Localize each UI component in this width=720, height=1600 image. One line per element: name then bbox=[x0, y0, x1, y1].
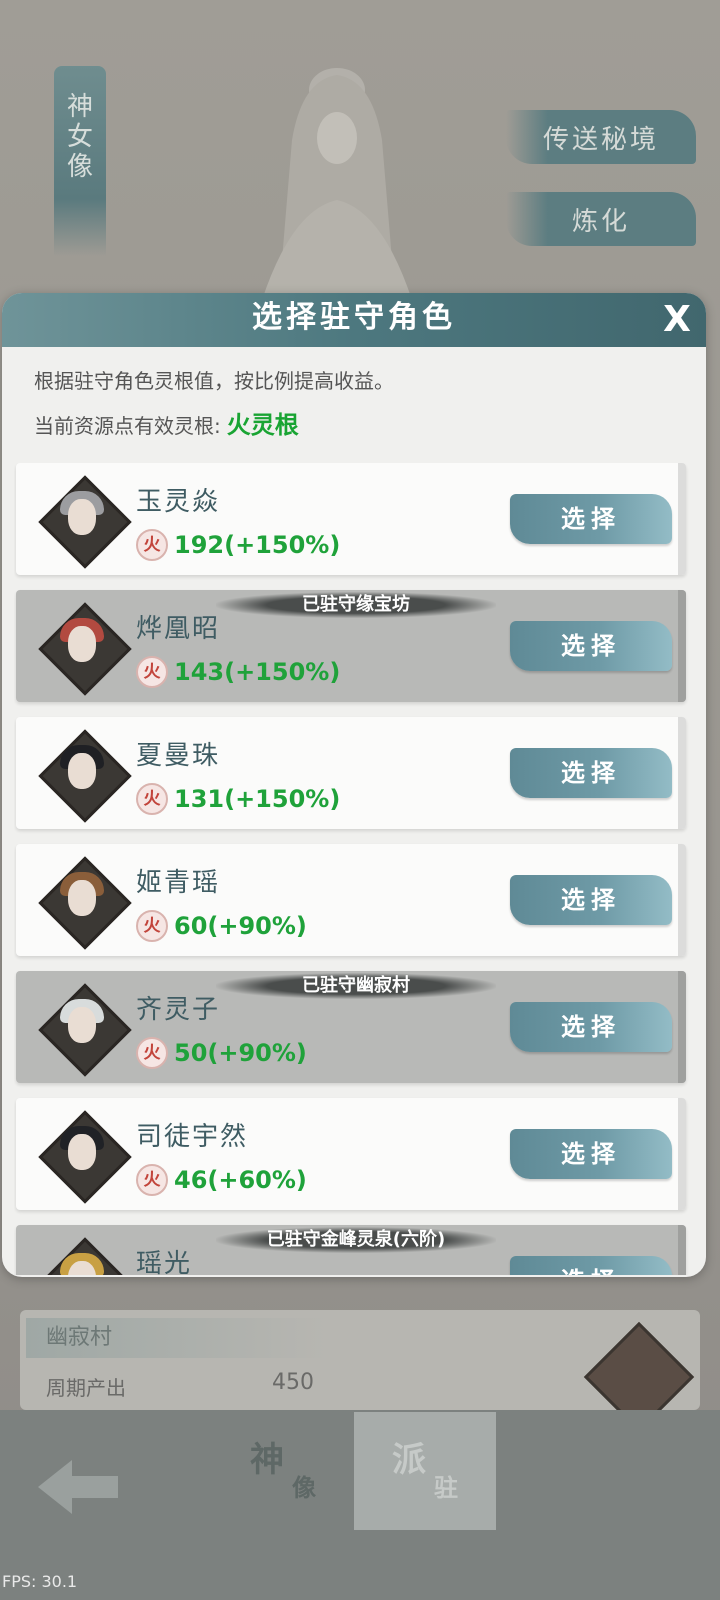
tab-statue[interactable]: 神 像 bbox=[212, 1412, 354, 1530]
select-button[interactable]: 选择 bbox=[510, 494, 672, 544]
fire-root-icon: 火 bbox=[136, 1037, 168, 1069]
banner-char: 女 bbox=[66, 122, 93, 152]
spirit-root-value: 50(+90%) bbox=[174, 1039, 307, 1067]
fire-root-icon: 火 bbox=[136, 910, 168, 942]
spirit-root-value: 192(+150%) bbox=[174, 531, 341, 559]
tab-station-big: 派 bbox=[392, 1440, 426, 1480]
spirit-root-stat: 火 192(+150%) bbox=[136, 529, 340, 561]
character-name: 齐灵子 bbox=[136, 995, 221, 1025]
row-edge bbox=[678, 971, 686, 1083]
character-row[interactable]: 瑶光 选择已驻守金峰灵泉(六阶) bbox=[16, 1225, 686, 1275]
row-edge bbox=[678, 590, 686, 702]
character-name: 瑶光 bbox=[136, 1249, 193, 1275]
teleport-realm-button[interactable]: 传送秘境 bbox=[506, 110, 696, 164]
character-row[interactable]: 夏曼珠火 131(+150%) 选择 bbox=[16, 717, 686, 829]
stationed-badge: 已驻守缘宝坊 bbox=[216, 592, 496, 618]
effective-root-label: 当前资源点有效灵根: bbox=[34, 414, 221, 438]
select-button[interactable]: 选择 bbox=[510, 1002, 672, 1052]
cycle-output-value: 450 bbox=[272, 1370, 314, 1395]
spirit-root-stat: 火 46(+60%) bbox=[136, 1164, 307, 1196]
character-name: 姬青瑶 bbox=[136, 868, 221, 898]
select-button[interactable]: 选择 bbox=[510, 1256, 672, 1275]
character-name: 玉灵焱 bbox=[136, 487, 221, 517]
close-button[interactable]: X bbox=[656, 297, 698, 343]
character-name: 夏曼珠 bbox=[136, 741, 221, 771]
stationed-badge: 已驻守金峰灵泉(六阶) bbox=[216, 1227, 496, 1253]
character-avatar bbox=[38, 602, 132, 696]
select-button[interactable]: 选择 bbox=[510, 748, 672, 798]
spirit-root-stat: 火 131(+150%) bbox=[136, 783, 340, 815]
avatar-face bbox=[68, 1007, 96, 1043]
character-row[interactable]: 齐灵子火 50(+90%) 选择 已驻守幽寂村 bbox=[16, 971, 686, 1083]
row-edge bbox=[678, 844, 686, 956]
cycle-output-label: 周期产出 bbox=[46, 1376, 126, 1400]
row-edge bbox=[678, 463, 686, 575]
banner-char: 神 bbox=[66, 92, 93, 122]
stationed-badge: 已驻守幽寂村 bbox=[216, 973, 496, 999]
character-avatar bbox=[38, 729, 132, 823]
character-row[interactable]: 司徒宇然火 46(+60%) 选择 bbox=[16, 1098, 686, 1210]
spirit-root-value: 46(+60%) bbox=[174, 1166, 307, 1194]
character-name: 烨凰昭 bbox=[136, 614, 221, 644]
spirit-root-value: 143(+150%) bbox=[174, 658, 341, 686]
spirit-root-value: 131(+150%) bbox=[174, 785, 341, 813]
fps-counter: FPS: 30.1 bbox=[2, 1572, 78, 1591]
character-row[interactable]: 玉灵焱火 192(+150%) 选择 bbox=[16, 463, 686, 575]
effective-root-line: 当前资源点有效灵根: 火灵根 bbox=[34, 405, 299, 440]
fire-root-icon: 火 bbox=[136, 529, 168, 561]
tab-station[interactable]: 派 驻 bbox=[354, 1412, 496, 1530]
select-button[interactable]: 选择 bbox=[510, 1129, 672, 1179]
character-avatar bbox=[38, 983, 132, 1077]
row-edge bbox=[678, 1225, 686, 1275]
avatar-face bbox=[68, 626, 96, 662]
character-list[interactable]: 玉灵焱火 192(+150%) 选择 烨凰昭火 143(+150%) 选择 已驻守缘宝坊 夏曼… bbox=[14, 463, 694, 1275]
tab-statue-big: 神 bbox=[250, 1440, 284, 1480]
select-button[interactable]: 选择 bbox=[510, 621, 672, 671]
avatar-face bbox=[68, 753, 96, 789]
fire-root-icon: 火 bbox=[136, 656, 168, 688]
dialog-description: 根据驻守角色灵根值，按比例提高收益。 bbox=[34, 369, 394, 393]
resource-point-title: 幽寂村 bbox=[26, 1318, 326, 1358]
spirit-root-stat: 火 60(+90%) bbox=[136, 910, 307, 942]
character-row[interactable]: 姬青瑶火 60(+90%) 选择 bbox=[16, 844, 686, 956]
select-button[interactable]: 选择 bbox=[510, 875, 672, 925]
banner-char: 像 bbox=[66, 152, 93, 182]
spirit-root-stat: 火 143(+150%) bbox=[136, 656, 340, 688]
refine-button[interactable]: 炼化 bbox=[506, 192, 696, 246]
avatar-face bbox=[68, 1134, 96, 1170]
character-avatar bbox=[38, 1110, 132, 1204]
fire-root-icon: 火 bbox=[136, 783, 168, 815]
spirit-root-stat: 火 50(+90%) bbox=[136, 1037, 307, 1069]
avatar-face bbox=[68, 880, 96, 916]
goddess-statue-image bbox=[262, 68, 412, 300]
select-guard-dialog: 选择驻守角色 X 根据驻守角色灵根值，按比例提高收益。 当前资源点有效灵根: 火灵… bbox=[2, 293, 706, 1277]
effective-root-value: 火灵根 bbox=[226, 411, 299, 439]
character-row[interactable]: 烨凰昭火 143(+150%) 选择 已驻守缘宝坊 bbox=[16, 590, 686, 702]
statue-banner[interactable]: 神 女 像 bbox=[54, 66, 106, 256]
row-edge bbox=[678, 1098, 686, 1210]
fire-root-icon: 火 bbox=[136, 1164, 168, 1196]
character-avatar bbox=[38, 475, 132, 569]
tab-statue-small: 像 bbox=[292, 1474, 316, 1502]
avatar-face bbox=[68, 499, 96, 535]
dialog-title: 选择驻守角色 bbox=[252, 300, 456, 335]
character-name: 司徒宇然 bbox=[136, 1122, 249, 1152]
back-arrow-icon[interactable] bbox=[34, 1452, 124, 1522]
row-edge bbox=[678, 717, 686, 829]
character-avatar bbox=[38, 1237, 132, 1275]
spirit-root-value: 60(+90%) bbox=[174, 912, 307, 940]
character-avatar bbox=[38, 856, 132, 950]
tab-station-small: 驻 bbox=[434, 1474, 458, 1502]
